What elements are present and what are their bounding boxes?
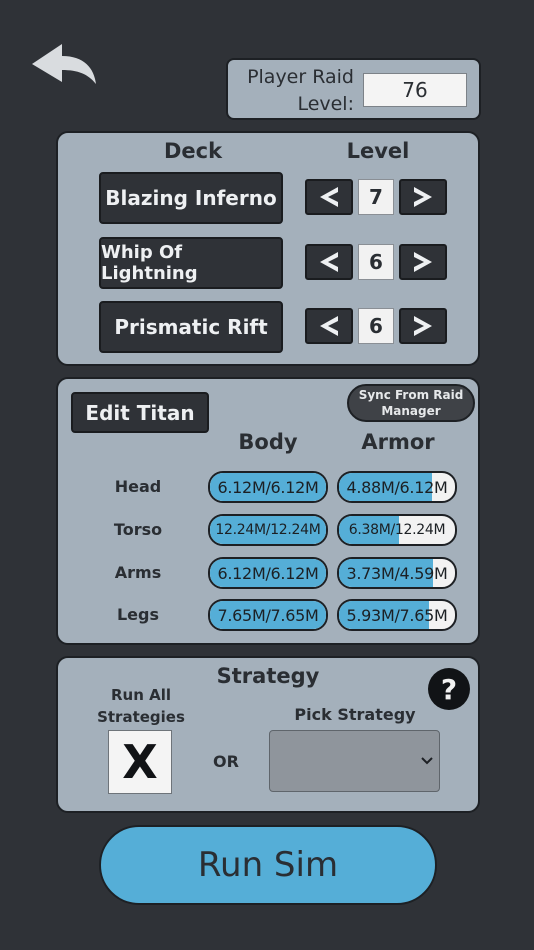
back-arrow-icon <box>32 44 96 84</box>
titan-body-health-bar: 6.12M/6.12M <box>208 471 328 503</box>
chevron-down-icon <box>421 757 433 765</box>
titan-part-label: Legs <box>116 605 160 624</box>
raid-level-panel: Player Raid Level: 76 <box>226 58 481 120</box>
chevron-right-icon <box>414 252 432 272</box>
level-decrease-button-2[interactable] <box>305 244 353 280</box>
armor-header: Armor <box>361 430 435 454</box>
chevron-right-icon <box>414 187 432 207</box>
body-health-text: 6.12M/6.12M <box>217 477 319 497</box>
titan-body-health-bar: 6.12M/6.12M <box>208 557 328 589</box>
titan-armor-health-bar: 6.38M/12.24M <box>337 514 457 546</box>
armor-health-text: 5.93M/7.65M <box>346 605 448 625</box>
level-increase-button-3[interactable] <box>399 308 447 344</box>
raid-level-label: Player Raid Level: <box>247 66 354 115</box>
titan-part-label: Head <box>114 477 162 496</box>
level-increase-button-2[interactable] <box>399 244 447 280</box>
edit-titan-button[interactable]: Edit Titan <box>71 392 209 433</box>
or-label: OR <box>213 752 239 771</box>
titan-panel: Edit Titan Sync From Raid Manager Body A… <box>56 377 480 645</box>
level-decrease-button-3[interactable] <box>305 308 353 344</box>
run-sim-button[interactable]: Run Sim <box>99 825 437 905</box>
raid-level-input[interactable]: 76 <box>363 73 467 107</box>
chevron-left-icon <box>320 187 338 207</box>
titan-body-health-bar: 7.65M/7.65M <box>208 599 328 631</box>
strategy-panel: Strategy ? Run All Strategies X OR Pick … <box>56 656 480 813</box>
deck-card-3-button[interactable]: Prismatic Rift <box>99 301 283 353</box>
chevron-right-icon <box>414 316 432 336</box>
titan-armor-health-bar: 5.93M/7.65M <box>337 599 457 631</box>
armor-health-text: 6.38M/12.24M <box>348 522 446 538</box>
deck-card-2-button[interactable]: Whip Of Lightning <box>99 237 283 289</box>
help-button[interactable]: ? <box>428 668 470 710</box>
pick-strategy-label: Pick Strategy <box>294 705 416 724</box>
level-decrease-button-1[interactable] <box>305 179 353 215</box>
pick-strategy-dropdown[interactable] <box>269 730 440 792</box>
sync-raid-manager-button[interactable]: Sync From Raid Manager <box>347 384 475 422</box>
back-button[interactable] <box>28 40 100 90</box>
level-value-1: 7 <box>358 179 394 215</box>
level-header: Level <box>346 139 410 163</box>
deck-panel: Deck Level Blazing Inferno 7 Whip Of Lig… <box>56 131 480 366</box>
armor-health-text: 4.88M/6.12M <box>346 477 448 497</box>
body-header: Body <box>238 430 298 454</box>
armor-health-text: 3.73M/4.59M <box>346 563 448 583</box>
body-health-text: 12.24M/12.24M <box>215 522 321 538</box>
run-all-label: Run All Strategies <box>97 686 185 726</box>
strategy-title: Strategy <box>216 664 320 688</box>
titan-part-label: Arms <box>114 563 162 582</box>
run-all-checkbox[interactable]: X <box>108 730 172 794</box>
level-increase-button-1[interactable] <box>399 179 447 215</box>
titan-part-label: Torso <box>113 520 163 539</box>
body-health-text: 6.12M/6.12M <box>217 563 319 583</box>
titan-body-health-bar: 12.24M/12.24M <box>208 514 328 546</box>
help-icon: ? <box>440 672 458 706</box>
chevron-left-icon <box>320 316 338 336</box>
titan-armor-health-bar: 3.73M/4.59M <box>337 557 457 589</box>
level-value-3: 6 <box>358 308 394 344</box>
level-value-2: 6 <box>358 244 394 280</box>
deck-header: Deck <box>163 139 223 163</box>
titan-armor-health-bar: 4.88M/6.12M <box>337 471 457 503</box>
deck-card-1-button[interactable]: Blazing Inferno <box>99 172 283 224</box>
body-health-text: 7.65M/7.65M <box>217 605 319 625</box>
chevron-left-icon <box>320 252 338 272</box>
